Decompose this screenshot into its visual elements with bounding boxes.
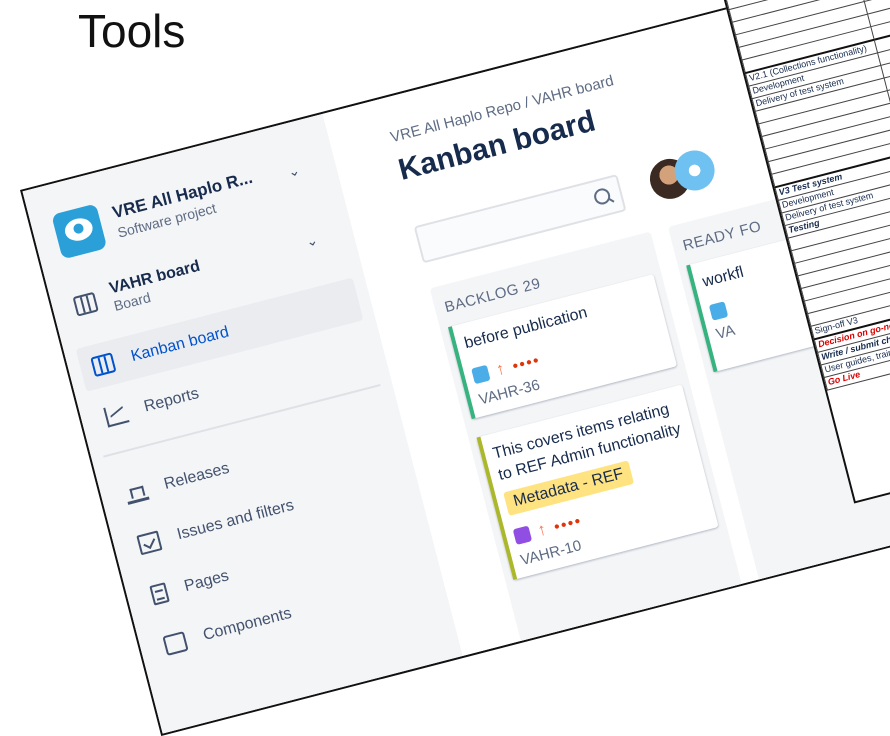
board-icon <box>72 291 99 317</box>
priority-high-icon: ↑ <box>535 519 549 540</box>
epic-type-icon <box>512 525 533 545</box>
project-chevron-down-icon[interactable]: ⌄ <box>286 162 302 181</box>
sidebar-item-label: Issues and filters <box>175 496 296 544</box>
issue-card[interactable]: This covers items relating to REF Admin … <box>476 384 719 580</box>
task-type-icon <box>471 364 491 385</box>
releases-icon <box>123 480 150 505</box>
project-header[interactable]: VRE All Haplo R... Software project <box>51 164 260 260</box>
story-points-dots: ●●●● <box>552 514 583 533</box>
sidebar-item-label: Components <box>201 604 294 644</box>
board-switcher[interactable]: VAHR board Board <box>71 258 206 324</box>
slide-title: Tools <box>78 5 186 57</box>
issues-icon <box>136 530 163 556</box>
sidebar-item-label: Kanban board <box>129 323 231 366</box>
sidebar-item-label: Reports <box>142 385 201 416</box>
kanban-icon <box>90 352 117 378</box>
priority-high-icon: ↑ <box>493 358 507 380</box>
project-logo-icon <box>51 203 108 260</box>
task-type-icon <box>708 301 729 321</box>
pages-icon <box>149 582 170 606</box>
board-chevron-down-icon[interactable]: ⌄ <box>304 231 320 250</box>
reports-icon <box>103 402 130 428</box>
sidebar-item-label: Releases <box>162 459 232 493</box>
sidebar-item-label: Pages <box>182 567 231 596</box>
story-points-dots: ●●●● <box>510 353 541 372</box>
components-icon <box>162 631 189 656</box>
search-icon <box>592 186 612 207</box>
